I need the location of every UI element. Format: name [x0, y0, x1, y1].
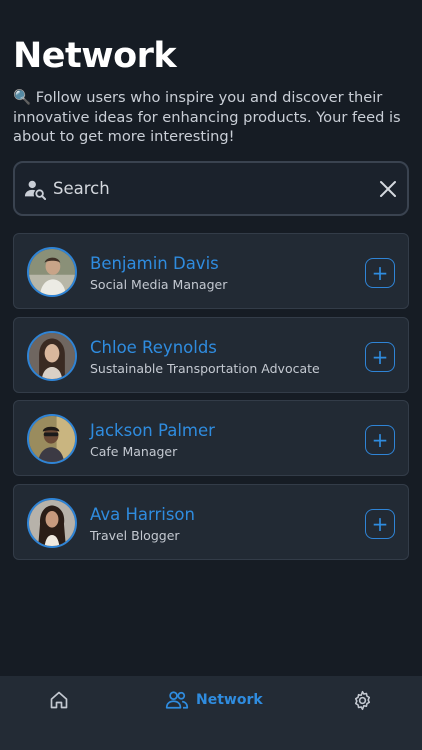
- bottom-nav: Network: [0, 676, 422, 750]
- user-name[interactable]: Jackson Palmer: [90, 421, 215, 440]
- avatar: [27, 497, 77, 548]
- follow-button[interactable]: +: [365, 425, 395, 455]
- user-role: Social Media Manager: [90, 277, 228, 292]
- search-input[interactable]: [53, 172, 363, 205]
- follow-button[interactable]: +: [365, 258, 395, 288]
- avatar: [27, 330, 77, 381]
- user-card[interactable]: Ava Harrison Travel Blogger +: [13, 483, 409, 560]
- nav-network[interactable]: Network: [165, 690, 263, 710]
- network-screen: Network 🔍 Follow users who inspire you a…: [0, 0, 422, 750]
- user-name[interactable]: Benjamin Davis: [90, 254, 219, 273]
- user-card[interactable]: Benjamin Davis Social Media Manager +: [13, 233, 409, 309]
- avatar: [27, 414, 77, 464]
- person-search-icon: [24, 180, 46, 200]
- people-icon: [165, 691, 189, 709]
- page-title: Network: [13, 36, 177, 76]
- nav-settings[interactable]: [352, 690, 373, 711]
- nav-home[interactable]: [49, 690, 69, 710]
- gear-icon: [354, 690, 371, 711]
- user-name[interactable]: Chloe Reynolds: [90, 338, 217, 357]
- search-bar[interactable]: [13, 161, 409, 216]
- user-role: Sustainable Transportation Advocate: [90, 360, 320, 376]
- follow-button[interactable]: +: [365, 508, 395, 539]
- user-card[interactable]: Jackson Palmer Cafe Manager +: [13, 400, 409, 476]
- page-subtitle: 🔍 Follow users who inspire you and disco…: [13, 89, 401, 145]
- user-role: Travel Blogger: [90, 527, 180, 543]
- close-icon[interactable]: [379, 180, 397, 198]
- home-icon: [50, 691, 68, 709]
- nav-network-label: Network: [196, 692, 263, 708]
- avatar: [27, 247, 77, 297]
- user-name[interactable]: Ava Harrison: [90, 505, 195, 524]
- user-role: Cafe Manager: [90, 444, 178, 459]
- follow-button[interactable]: +: [365, 341, 395, 372]
- user-list: Benjamin Davis Social Media Manager + Ch…: [13, 233, 409, 567]
- user-card[interactable]: Chloe Reynolds Sustainable Transportatio…: [13, 316, 409, 393]
